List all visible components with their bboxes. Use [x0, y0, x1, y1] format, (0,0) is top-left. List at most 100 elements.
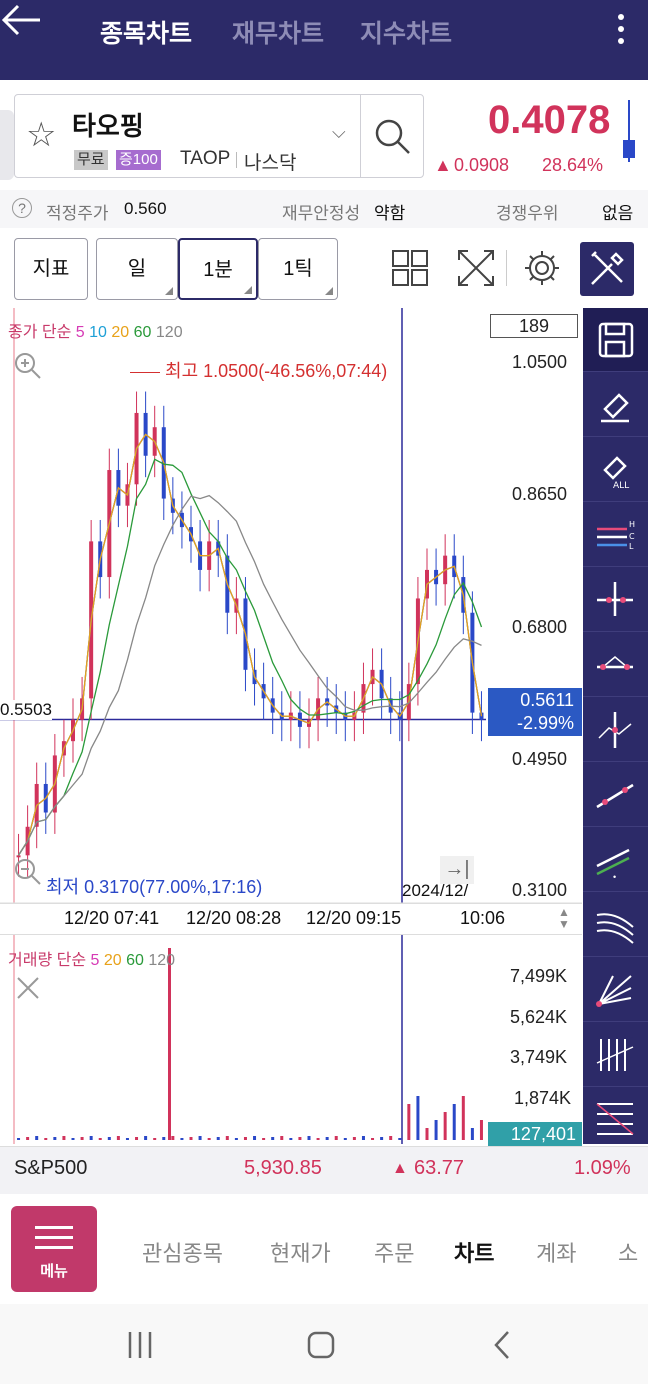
back-icon[interactable]: [490, 1330, 514, 1365]
margin-badge: 증100: [116, 150, 161, 170]
divider: [236, 152, 237, 168]
indicator-button[interactable]: 지표: [14, 238, 88, 300]
svg-text:ALL: ALL: [613, 481, 629, 491]
volume-bar: [325, 1137, 329, 1140]
tab-stock-chart[interactable]: 종목차트: [100, 14, 192, 50]
y-tick-label: 0.8650: [512, 484, 568, 504]
tools-button[interactable]: [580, 242, 634, 296]
price-legend: 종가 단순 5 10 20 60 120: [8, 318, 183, 342]
nav-order[interactable]: 주문: [374, 1236, 414, 1268]
free-badge: 무료: [74, 150, 108, 170]
side-drawer-handle[interactable]: [0, 110, 14, 180]
high-annotation: 최고 1.0500(-46.56%,07:44): [130, 357, 387, 383]
ma-line-10: [17, 433, 483, 856]
volume-bar: [198, 1136, 202, 1140]
volume-bar: [144, 1136, 148, 1140]
gann-fan-icon[interactable]: [583, 958, 648, 1022]
more-menu-icon[interactable]: [614, 10, 628, 50]
crosshair-price-label: 0.5503: [0, 700, 52, 720]
divider: [360, 95, 361, 177]
grid-layout-icon[interactable]: [390, 248, 430, 288]
nav-watchlist[interactable]: 관심종목: [142, 1236, 223, 1268]
x-tick-label: 12/20 08:28: [186, 908, 282, 928]
x-axis-scroll-icon[interactable]: ▲ ▼: [558, 906, 570, 930]
legend-ma120: 120: [155, 324, 183, 341]
fibonacci-icon[interactable]: [583, 1088, 648, 1144]
auto-trend-icon[interactable]: •: [583, 828, 648, 892]
volume-bar: [171, 1136, 175, 1140]
volume-bar: [380, 1137, 384, 1140]
volume-bars: [17, 948, 483, 1140]
volume-bar: [271, 1137, 275, 1140]
chevron-down-icon[interactable]: ⌵: [332, 122, 346, 143]
volume-bar: [62, 1136, 66, 1140]
fullscreen-icon[interactable]: [456, 248, 496, 288]
vlegend-ma5: 5: [90, 952, 100, 969]
nav-account[interactable]: 계좌: [536, 1236, 576, 1268]
crosshair-tool-icon[interactable]: [583, 568, 648, 632]
recent-apps-icon[interactable]: [126, 1330, 154, 1365]
vlegend-ma60: 60: [126, 952, 144, 969]
legend-ma10: 10: [89, 324, 107, 341]
help-icon[interactable]: ?: [12, 198, 32, 218]
volume-bar: [298, 1137, 302, 1140]
y-tick-label: 0.3100: [512, 880, 568, 900]
trend-line-icon[interactable]: [583, 763, 648, 827]
period-minute-label: 1분: [203, 259, 233, 281]
eraser-all-icon[interactable]: ALL: [583, 438, 648, 502]
hamburger-icon: [35, 1226, 73, 1229]
menu-label: 메뉴: [40, 1263, 68, 1280]
candle-count-box: 189: [490, 314, 578, 338]
x-tick-label: 10:06: [460, 908, 506, 928]
menu-button[interactable]: 메뉴: [11, 1206, 97, 1292]
close-icon[interactable]: [14, 974, 42, 1002]
volume-bar: [180, 1138, 184, 1140]
hcl-line-icon[interactable]: HCL: [583, 503, 648, 567]
period-tick-label: 1틱: [283, 258, 313, 280]
up-triangle-icon: ▲: [392, 1160, 408, 1177]
ma-line-5: [17, 433, 483, 856]
volume-bar: [234, 1138, 238, 1140]
eraser-icon[interactable]: [583, 373, 648, 437]
vertical-line-icon[interactable]: [583, 698, 648, 762]
volume-bar: [44, 1138, 48, 1140]
nav-more[interactable]: 소: [618, 1236, 638, 1268]
volume-bar: [307, 1136, 311, 1140]
volume-bar: [107, 1137, 111, 1140]
current-price: 0.4078: [488, 98, 611, 142]
star-icon[interactable]: ☆: [26, 118, 56, 152]
ticker-symbol: TAOP: [180, 148, 231, 169]
period-tick-button[interactable]: 1틱: [258, 238, 338, 300]
index-ticker-row[interactable]: [0, 1146, 648, 1194]
crosshair-date-label: 2024/12/: [402, 881, 469, 900]
horizontal-line-icon[interactable]: [583, 633, 648, 697]
save-icon[interactable]: [583, 308, 648, 372]
volume-bar: [125, 1138, 129, 1140]
y-tick-label: 0.4950: [512, 749, 568, 769]
last-volume-tag: 127,401: [488, 1122, 582, 1146]
volume-bar: [153, 1138, 157, 1140]
home-icon[interactable]: [306, 1330, 336, 1365]
x-tick-label: 12/20 07:41: [64, 908, 160, 928]
fan-line-icon[interactable]: [583, 893, 648, 957]
gear-icon[interactable]: [522, 248, 562, 288]
period-minute-button[interactable]: 1분: [178, 238, 258, 300]
zoom-out-icon[interactable]: [12, 856, 44, 888]
nav-current-price[interactable]: 현재가: [270, 1236, 331, 1268]
zoom-in-icon[interactable]: [12, 350, 44, 382]
legend-ma20: 20: [111, 324, 130, 341]
mini-candle-body: [623, 140, 635, 158]
legend-prefix: 종가 단순: [8, 324, 72, 341]
period-lines-icon[interactable]: [583, 1023, 648, 1087]
back-arrow-icon[interactable]: [0, 0, 44, 45]
legend-ma60: 60: [133, 324, 152, 341]
scroll-to-end-icon[interactable]: →|: [440, 856, 474, 884]
tab-financial-chart[interactable]: 재무차트: [232, 14, 324, 50]
ma-line-120: [17, 494, 482, 856]
period-day-button[interactable]: 일: [96, 238, 178, 300]
tab-index-chart[interactable]: 지수차트: [360, 14, 452, 50]
search-icon[interactable]: [372, 116, 412, 156]
nav-chart[interactable]: 차트: [454, 1236, 494, 1268]
volume-tick-label: 7,499K: [510, 966, 568, 986]
exchange-name: 나스닥: [244, 153, 297, 174]
